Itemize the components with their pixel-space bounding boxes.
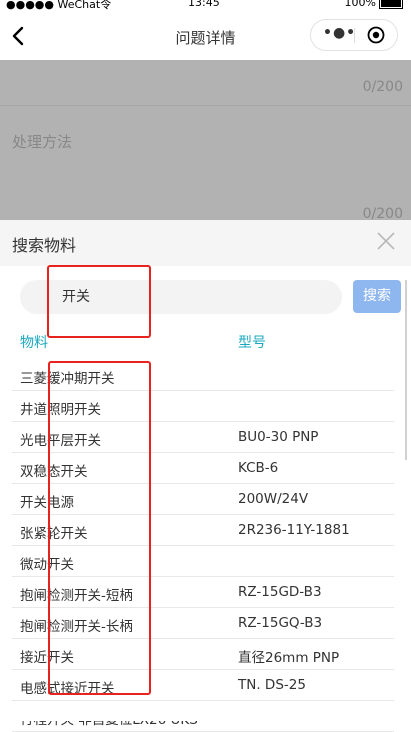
material-model: 200W/24V: [238, 491, 309, 507]
scrollbar[interactable]: [405, 280, 407, 460]
column-header-material: 物料: [20, 335, 48, 351]
sheet-title: 搜索物料: [12, 236, 77, 255]
battery-label: 100%: [344, 0, 376, 9]
material-model: RZ-15GQ-B3: [238, 615, 323, 631]
material-model: TN. DS-25: [238, 677, 306, 693]
clock: 13:45: [188, 0, 220, 9]
material-model: 直径26mm PNP: [238, 650, 340, 666]
close-program-icon[interactable]: [367, 26, 385, 44]
close-icon[interactable]: [375, 230, 397, 252]
bottom-edge: [0, 706, 411, 721]
navigation-bar: 问题详情 •●•: [0, 14, 411, 60]
mini-program-capsule: •●•: [310, 19, 398, 51]
carrier-label: ●●●●● WeChat令: [6, 0, 112, 11]
material-model: RZ-15GD-B3: [238, 584, 322, 600]
more-icon[interactable]: •●•: [323, 25, 356, 41]
divider: [0, 105, 411, 106]
material-model: KCB-6: [238, 460, 279, 476]
capsule-divider: [354, 28, 355, 43]
annotation-box-results: [48, 361, 151, 695]
status-bar: ●●●●● WeChat令 13:45 100%: [0, 0, 411, 14]
annotation-box-search: [47, 265, 151, 338]
battery-icon: [379, 0, 403, 9]
handling-method-label: 处理方法: [12, 133, 73, 151]
search-button[interactable]: 搜索: [353, 280, 401, 313]
char-count-1: 0/200: [362, 79, 403, 95]
material-model: 2R236-11Y-1881: [238, 522, 350, 538]
background-page-overlay: 0/200 处理方法 0/200: [0, 60, 411, 222]
material-model: BU0-30 PNP: [238, 429, 319, 445]
column-header-model: 型号: [238, 335, 266, 351]
sheet-header: 搜索物料: [0, 220, 411, 266]
battery-indicator: 100%: [345, 0, 403, 9]
